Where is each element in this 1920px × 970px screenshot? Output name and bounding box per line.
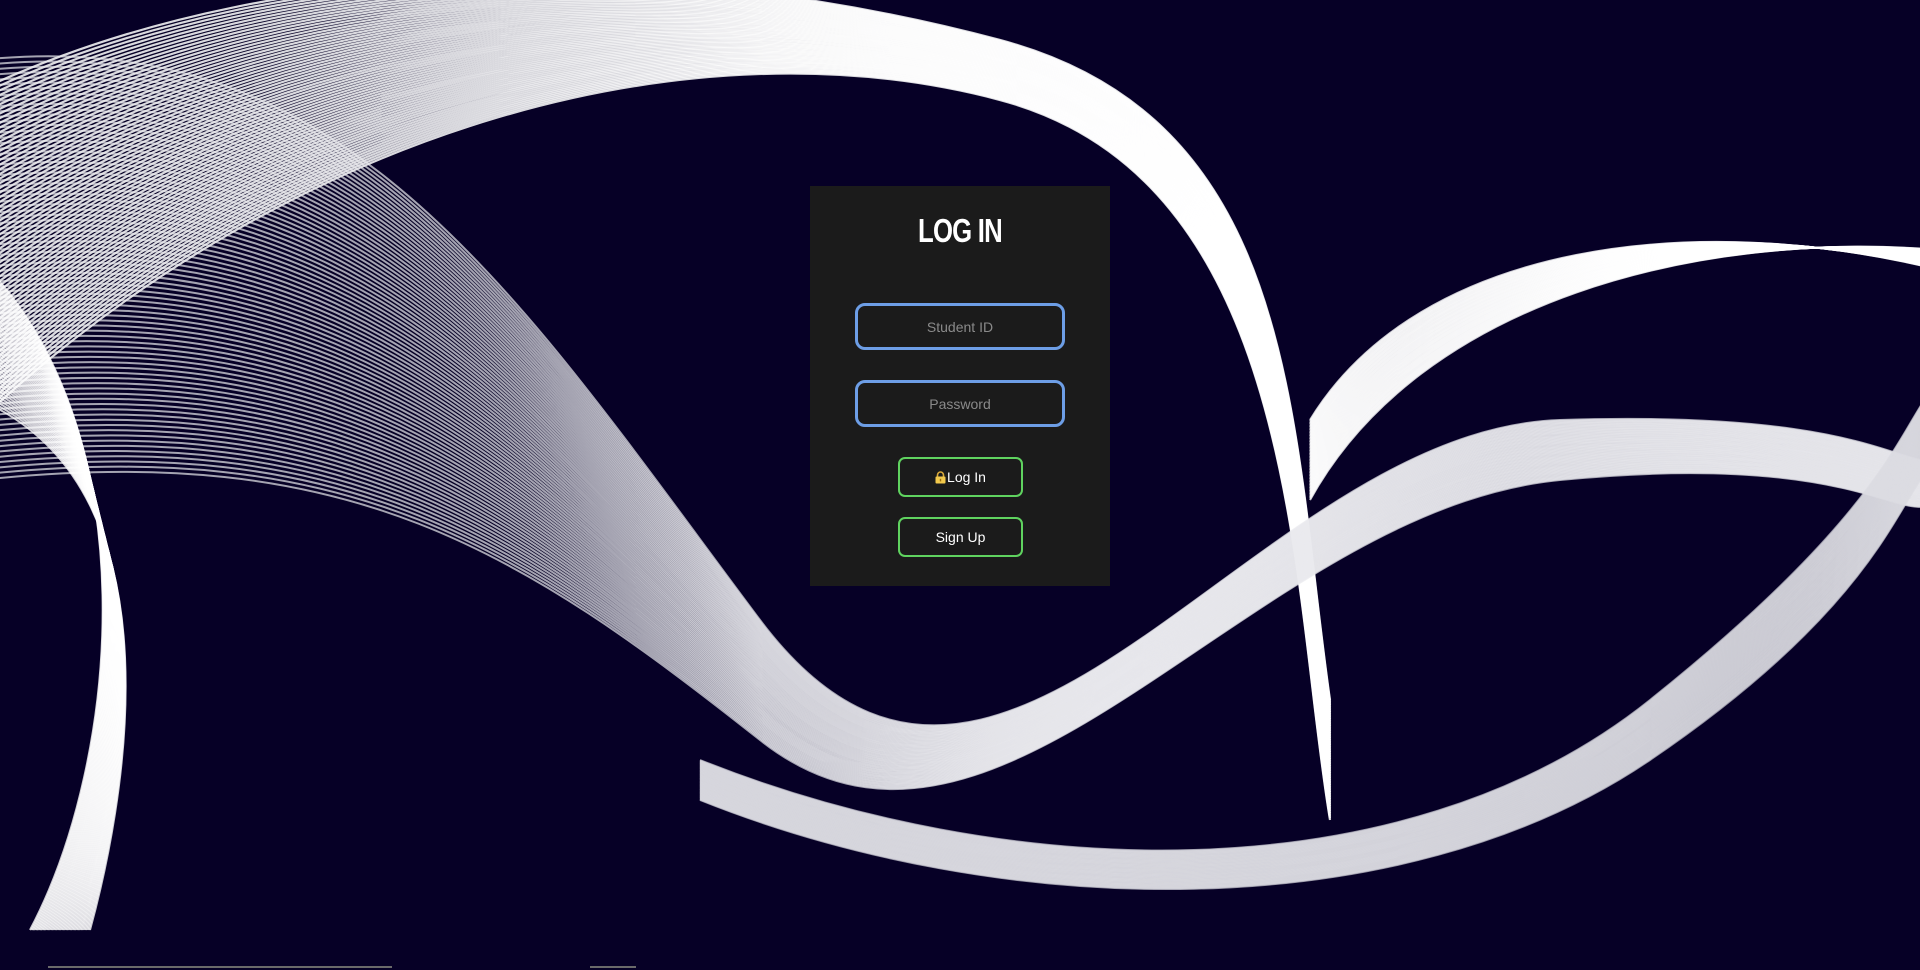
password-input[interactable]	[855, 380, 1065, 427]
login-button[interactable]: Log In	[898, 457, 1023, 497]
signup-button-label: Sign Up	[935, 529, 986, 545]
student-id-input[interactable]	[855, 303, 1065, 350]
login-title: LOG IN	[918, 212, 1003, 249]
lock-icon	[935, 470, 946, 484]
scrollbar-thumb	[590, 966, 636, 968]
login-panel: LOG IN Log In Sign Up	[810, 186, 1110, 586]
signup-button[interactable]: Sign Up	[898, 517, 1023, 557]
scrollbar-track	[48, 966, 392, 968]
login-button-label: Log In	[947, 469, 986, 485]
